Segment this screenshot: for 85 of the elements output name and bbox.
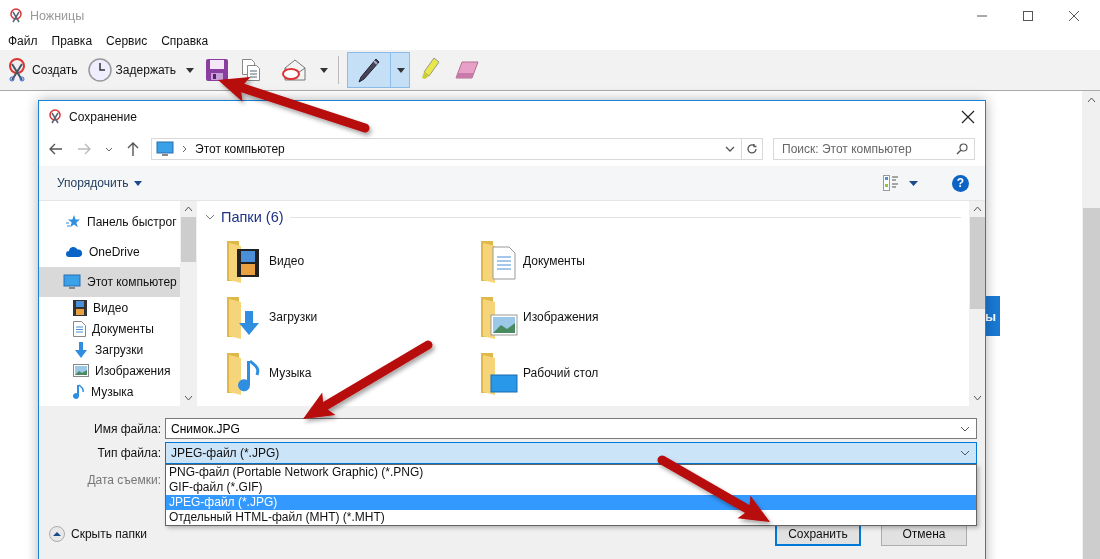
view-options-icon[interactable] bbox=[883, 175, 899, 191]
maximize-icon[interactable] bbox=[1022, 10, 1034, 22]
folder-icon bbox=[479, 351, 519, 395]
picture-icon bbox=[73, 364, 89, 377]
chevron-down-icon[interactable] bbox=[960, 450, 970, 456]
nav-item[interactable]: Видео bbox=[39, 297, 180, 318]
address-bar[interactable]: Этот компьютер bbox=[151, 138, 763, 160]
refresh-icon bbox=[746, 143, 758, 155]
file-name-combo[interactable]: Снимок.JPG bbox=[165, 418, 977, 439]
scroll-down-icon[interactable] bbox=[972, 395, 982, 401]
window-title: Ножницы bbox=[30, 9, 85, 23]
eraser-icon[interactable] bbox=[454, 60, 481, 80]
scroll-up-icon[interactable] bbox=[1086, 97, 1096, 103]
recent-caret-icon[interactable] bbox=[105, 146, 113, 152]
scrollbar-thumb[interactable] bbox=[180, 217, 196, 262]
scissors-icon bbox=[6, 58, 28, 82]
back-icon[interactable] bbox=[49, 143, 63, 155]
folder-item[interactable]: Изображения bbox=[479, 289, 733, 345]
monitor-icon bbox=[156, 141, 174, 157]
organize-menu[interactable]: Упорядочить bbox=[51, 174, 149, 192]
folder-item[interactable]: Загрузки bbox=[225, 289, 479, 345]
file-name-input[interactable]: Снимок.JPG bbox=[171, 421, 960, 436]
scissors-icon bbox=[47, 108, 63, 125]
pen-button[interactable] bbox=[347, 52, 411, 88]
nav-item[interactable]: Панель быстрог bbox=[39, 207, 180, 237]
copy-icon[interactable] bbox=[242, 59, 261, 81]
folder-item[interactable]: Видео bbox=[225, 233, 479, 289]
scrollbar-thumb[interactable] bbox=[969, 217, 985, 309]
chevron-down-icon[interactable] bbox=[960, 425, 970, 432]
search-field[interactable]: Поиск: Этот компьютер bbox=[773, 138, 975, 160]
caret-icon[interactable] bbox=[186, 67, 195, 73]
nav-item[interactable]: Документы bbox=[39, 318, 180, 339]
film-icon bbox=[73, 299, 87, 316]
folder-item[interactable]: Рабочий стол bbox=[479, 345, 733, 401]
file-type-dropdown[interactable]: JPEG-файл (*.JPG) bbox=[165, 442, 977, 464]
field-label: Имя файла: bbox=[93, 421, 161, 436]
nav-item[interactable]: Изображения bbox=[39, 360, 180, 381]
caret-icon[interactable] bbox=[320, 67, 329, 73]
caret-icon bbox=[397, 67, 406, 73]
clock-icon bbox=[87, 58, 112, 82]
scroll-down-icon[interactable] bbox=[183, 395, 193, 401]
nav-item[interactable]: Этот компьютер bbox=[39, 267, 180, 297]
field-label: Дата съемки: bbox=[86, 473, 161, 487]
hide-folders-button[interactable]: Скрыть папки bbox=[45, 523, 151, 544]
envelope-icon[interactable] bbox=[282, 59, 309, 81]
help-button[interactable]: ? bbox=[952, 174, 969, 192]
nav-item[interactable]: OneDrive bbox=[39, 237, 180, 267]
pen-icon bbox=[358, 57, 381, 83]
down-arrow-icon bbox=[73, 341, 89, 358]
collapse-icon bbox=[49, 525, 65, 542]
collapse-chevron-icon[interactable] bbox=[205, 214, 215, 220]
caret-icon bbox=[134, 180, 143, 186]
close-icon[interactable] bbox=[1068, 10, 1080, 22]
folder-icon bbox=[479, 239, 519, 283]
delay-button[interactable]: Задержать bbox=[85, 56, 179, 84]
new-button[interactable]: Создать bbox=[4, 56, 80, 84]
menu-item[interactable]: Справка bbox=[161, 34, 209, 48]
monitor-icon bbox=[63, 274, 81, 290]
scroll-up-icon[interactable] bbox=[972, 206, 982, 212]
scrollbar-thumb[interactable] bbox=[1082, 208, 1100, 559]
close-icon[interactable] bbox=[961, 109, 975, 124]
music-note-icon bbox=[73, 383, 85, 400]
dialog-title: Сохранение bbox=[69, 109, 137, 124]
document-icon bbox=[73, 320, 86, 337]
up-arrow-icon[interactable] bbox=[127, 142, 139, 156]
star-icon bbox=[65, 214, 81, 230]
folder-item[interactable]: Документы bbox=[479, 233, 733, 289]
menu-item[interactable]: Файл bbox=[8, 34, 38, 48]
scissors-icon bbox=[8, 8, 24, 24]
chevron-icon bbox=[182, 145, 187, 153]
folder-icon bbox=[479, 295, 519, 339]
cloud-icon bbox=[65, 246, 83, 258]
dropdown-option[interactable]: PNG-файл (Portable Network Graphic) (*.PNG) bbox=[166, 465, 976, 480]
search-icon[interactable] bbox=[956, 143, 968, 155]
nav-item[interactable]: Загрузки bbox=[39, 339, 180, 360]
folder-item[interactable]: Музыка bbox=[225, 345, 479, 401]
field-label: Тип файла: bbox=[96, 446, 161, 460]
group-header: Папки (6) bbox=[221, 209, 284, 225]
menu-item[interactable]: Правка bbox=[51, 34, 93, 48]
menu-item[interactable]: Сервис bbox=[106, 34, 148, 48]
scroll-up-icon[interactable] bbox=[183, 206, 193, 212]
nav-item[interactable]: Музыка bbox=[39, 381, 180, 402]
caret-icon[interactable] bbox=[909, 180, 918, 186]
dropdown-caret-icon[interactable] bbox=[725, 146, 735, 152]
dropdown-option[interactable]: GIF-файл (*.GIF) bbox=[166, 480, 976, 495]
